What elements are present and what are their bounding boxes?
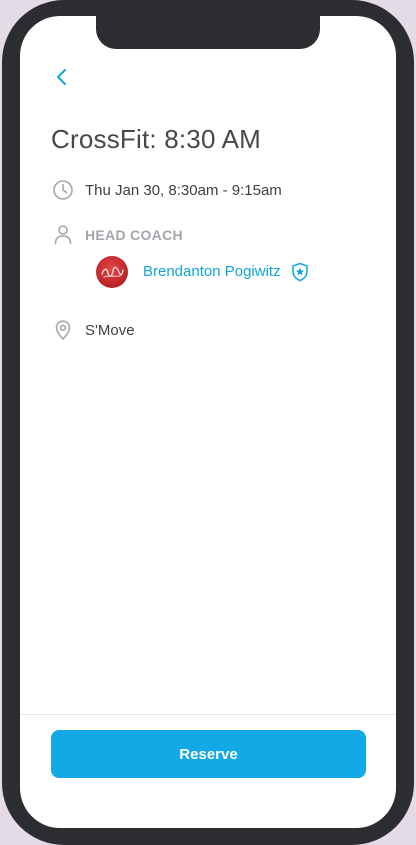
coach-avatar	[96, 256, 128, 288]
shield-star-icon	[292, 262, 308, 282]
page-title: CrossFit: 8:30 AM	[51, 124, 262, 154]
clock-icon	[53, 180, 73, 200]
chevron-left-icon[interactable]	[51, 66, 73, 88]
footer-divider	[20, 714, 396, 715]
coach-name-link[interactable]: Brendanton Pogiwitz	[143, 263, 281, 280]
head-coach-heading: HEAD COACH	[85, 227, 183, 243]
map-pin-icon	[55, 320, 71, 340]
class-datetime: Thu Jan 30, 8:30am - 9:15am	[85, 182, 282, 199]
person-icon	[54, 225, 72, 245]
class-location: S'Move	[85, 322, 135, 339]
avatar-logo-icon	[101, 266, 124, 278]
device-notch	[96, 16, 320, 49]
reserve-button[interactable]: Reserve	[51, 730, 366, 778]
